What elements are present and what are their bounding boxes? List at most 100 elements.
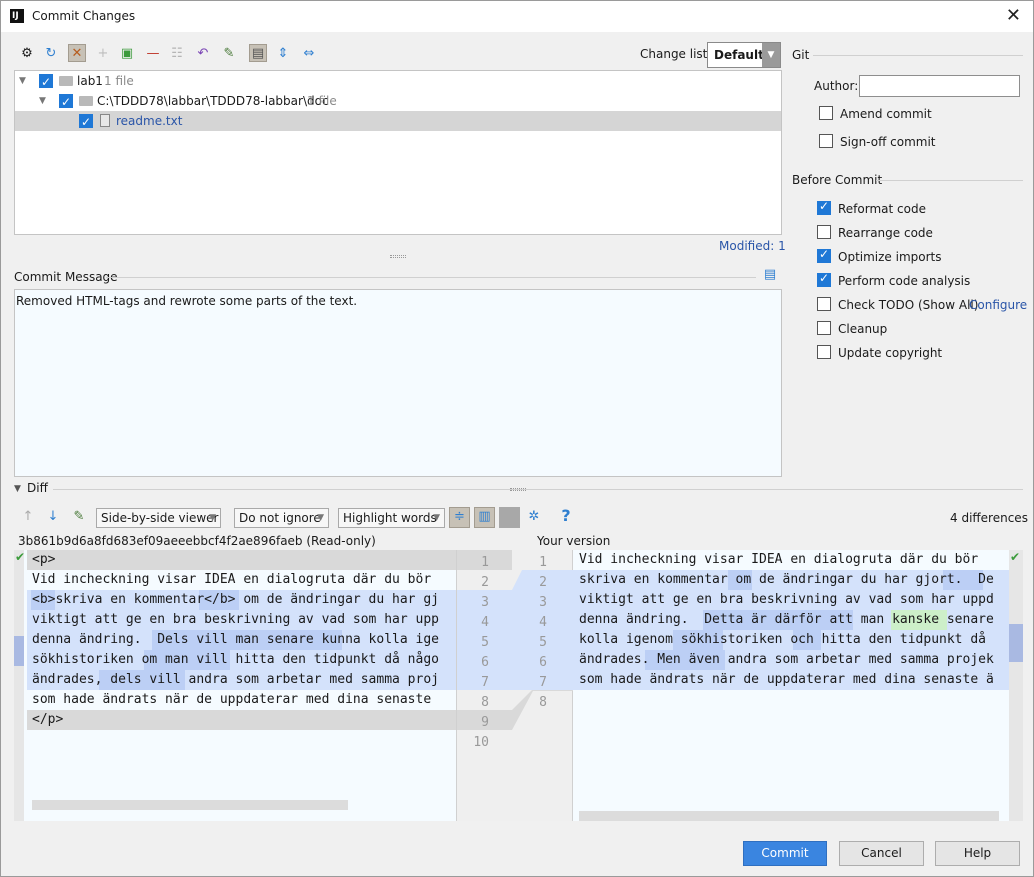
collapse-all-icon[interactable]: ⇔ (300, 45, 318, 63)
expand-triangle-icon[interactable]: ▼ (39, 91, 46, 111)
ignore-whitespace-select[interactable]: Do not ignore ▼ (234, 508, 329, 528)
left-horizontal-scrollbar[interactable] (32, 800, 348, 810)
lab1-checkbox[interactable] (39, 72, 53, 92)
diff-gutter: 1 2 3 4 5 6 7 8 9 10 1 2 3 4 5 6 7 8 (456, 550, 574, 821)
amend-commit-label: Amend commit (840, 107, 932, 121)
highlight-value: Highlight words (343, 511, 437, 525)
change-list-dropdown[interactable]: Default ▼ (707, 42, 781, 68)
splitter-handle[interactable] (510, 488, 526, 491)
left-line-number: 9 (481, 715, 489, 730)
code-line: ändrades, dels vill andra som arbetar me… (32, 672, 439, 687)
folder-icon (79, 96, 93, 106)
remove-icon[interactable]: — (144, 45, 162, 63)
left-line-number: 6 (481, 655, 489, 670)
splitter-handle[interactable] (390, 255, 406, 258)
reformat-code-checkbox[interactable] (817, 199, 831, 215)
highlight-mode-select[interactable]: Highlight words ▼ (338, 508, 445, 528)
code-analysis-label: Perform code analysis (838, 274, 971, 288)
chevron-down-icon: ▼ (317, 513, 324, 523)
change-list-label: Change list: (640, 47, 712, 61)
toggle-icon[interactable] (499, 507, 520, 528)
deleted-block (27, 710, 456, 730)
jump-to-source-icon[interactable]: ✎ (70, 508, 88, 526)
viewer-mode-select[interactable]: Side-by-side viewer ▼ (96, 508, 221, 528)
add-icon[interactable]: + (94, 45, 112, 63)
right-diff-editor[interactable]: Vid incheckning visar IDEA en dialogruta… (573, 550, 1023, 821)
no-errors-icon: ✔ (1010, 550, 1021, 564)
next-difference-icon[interactable]: ↓ (44, 508, 62, 526)
code-line: viktigt att ge en bra beskrivning av vad… (579, 592, 994, 607)
edit-source-icon[interactable]: ✎ (220, 45, 238, 63)
code-line: som hade ändrats när de uppdaterar med d… (32, 692, 432, 707)
left-line-number: 1 (481, 555, 489, 570)
collapse-unchanged-icon[interactable]: ≑ (449, 507, 470, 528)
check-todo-checkbox[interactable] (817, 297, 831, 311)
group-icon[interactable]: ☷ (168, 45, 186, 63)
text-file-icon (100, 114, 110, 127)
commit-button[interactable]: Commit (743, 841, 827, 866)
refresh-icon[interactable]: ↻ (42, 45, 60, 63)
new-changelist-icon[interactable]: ▣ (118, 45, 136, 63)
optimize-imports-checkbox[interactable] (817, 247, 831, 263)
left-scroll-track[interactable] (14, 550, 24, 821)
configure-link[interactable]: Configure (969, 298, 1027, 312)
chevron-down-icon: ▼ (209, 513, 216, 523)
group-by-directory-icon[interactable]: ▤ (249, 44, 267, 62)
code-line: kolla igenom sökhistoriken och hitta den… (579, 632, 986, 647)
separator (106, 277, 756, 278)
change-marker (14, 636, 24, 666)
move-to-changelist-icon[interactable]: ✕ (68, 44, 86, 62)
tree-row-doc-folder[interactable]: ▼ C:\TDDD78\labbar\TDDD78-labbar\doc 1 f… (15, 91, 781, 112)
code-line: Vid incheckning visar IDEA en dialogruta… (579, 552, 979, 567)
sync-scroll-icon[interactable]: ▥ (474, 507, 495, 528)
left-diff-editor[interactable]: ✔ <p> Vid incheckning visar IDEA en dial… (14, 550, 456, 821)
left-line-number: 5 (481, 635, 489, 650)
settings-gear-icon[interactable]: ✲ (525, 508, 543, 526)
no-errors-icon: ✔ (15, 550, 26, 564)
commit-message-textarea[interactable]: Removed HTML-tags and rewrote some parts… (14, 289, 782, 477)
rollback-icon[interactable]: ↶ (194, 45, 212, 63)
cleanup-label: Cleanup (838, 322, 888, 336)
right-line-number: 2 (539, 575, 547, 590)
check-todo-label: Check TODO (Show All) (838, 298, 979, 312)
help-button[interactable]: Help (935, 841, 1020, 866)
previous-difference-icon[interactable]: ↑ (19, 508, 37, 526)
tree-row-lab1[interactable]: ▼ lab1 1 file (15, 71, 781, 92)
update-copyright-checkbox[interactable] (817, 345, 831, 359)
tree-row-meta: 1 file (307, 94, 337, 108)
right-horizontal-scrollbar[interactable] (579, 811, 999, 821)
code-line: som hade ändrats när de uppdaterar med d… (579, 672, 994, 687)
right-line-number: 1 (539, 555, 547, 570)
amend-commit-checkbox[interactable] (819, 106, 833, 120)
cleanup-checkbox[interactable] (817, 321, 831, 335)
sign-off-checkbox[interactable] (819, 134, 833, 148)
code-analysis-checkbox[interactable] (817, 271, 831, 287)
help-icon[interactable]: ? (557, 507, 575, 525)
show-diff-icon[interactable]: ⚙ (18, 45, 36, 63)
tree-row-readme[interactable]: readme.txt (15, 111, 781, 132)
expand-triangle-icon[interactable]: ▼ (19, 71, 26, 91)
sign-off-label: Sign-off commit (840, 135, 936, 149)
tree-row-meta: 1 file (104, 74, 134, 88)
author-input[interactable] (859, 75, 1020, 97)
right-scroll-track[interactable] (1009, 550, 1023, 821)
author-label: Author: (814, 79, 859, 93)
commit-message-text: Removed HTML-tags and rewrote some parts… (16, 294, 358, 308)
tree-row-label: C:\TDDD78\labbar\TDDD78-labbar\doc (97, 94, 329, 108)
window-title: Commit Changes (32, 9, 136, 23)
code-line: sökhistoriken om man vill hitta den tidp… (32, 652, 439, 667)
doc-folder-checkbox[interactable] (59, 92, 73, 112)
code-line: skriva en kommentar om de ändringar du h… (579, 572, 994, 587)
tree-row-label: lab1 (77, 74, 103, 88)
ignore-value: Do not ignore (239, 511, 321, 525)
collapse-diff-icon[interactable]: ▼ (14, 484, 21, 494)
expand-all-icon[interactable]: ⇕ (274, 45, 292, 63)
readme-checkbox[interactable] (79, 112, 93, 132)
commit-message-history-icon[interactable]: ▤ (761, 266, 779, 284)
cancel-button[interactable]: Cancel (839, 841, 924, 866)
close-icon[interactable]: ✕ (1006, 5, 1021, 26)
right-line-number: 8 (539, 695, 547, 710)
changes-tree[interactable]: ▼ lab1 1 file ▼ C:\TDDD78\labbar\TDDD78-… (14, 70, 782, 235)
right-line-number: 3 (539, 595, 547, 610)
rearrange-code-checkbox[interactable] (817, 225, 831, 239)
